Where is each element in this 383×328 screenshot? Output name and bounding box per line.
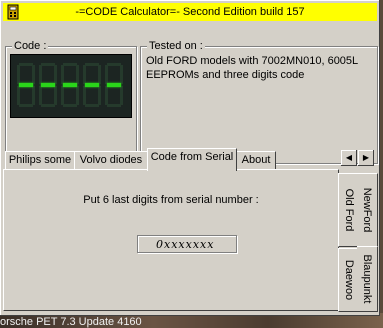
lcd-segment bbox=[39, 65, 42, 84]
lcd-segment bbox=[19, 104, 33, 107]
background-window-title: orsche PET 7.3 Update 4160 bbox=[0, 316, 142, 328]
serial-input[interactable]: 0xxxxxxx bbox=[137, 235, 237, 253]
tab-label: Volvo diodes bbox=[79, 154, 143, 166]
tab-scroll-right-button[interactable]: ▶ bbox=[358, 150, 374, 166]
code-group-label: Code : bbox=[12, 40, 49, 52]
tab-label: About bbox=[241, 154, 271, 166]
lcd-segment bbox=[107, 63, 121, 66]
tab-philips-some[interactable]: Philips some bbox=[5, 151, 75, 170]
code-from-serial-page: Put 6 last digits from serial number : 0… bbox=[3, 169, 339, 311]
lcd-segment bbox=[63, 104, 77, 107]
arrow-right-icon: ▶ bbox=[362, 153, 370, 162]
tab-about[interactable]: About bbox=[236, 151, 276, 170]
lcd-segment bbox=[76, 86, 79, 105]
lcd-segment bbox=[83, 65, 86, 84]
code-lcd-display bbox=[10, 54, 132, 118]
lcd-segment bbox=[120, 65, 123, 84]
lcd-segment bbox=[17, 86, 20, 105]
lcd-segment bbox=[54, 86, 57, 105]
lcd-segment bbox=[98, 86, 101, 105]
side-tab-blaupunkt[interactable]: Blaupunkt bbox=[357, 246, 378, 312]
lcd-segment bbox=[61, 65, 64, 84]
lcd-digit bbox=[83, 63, 101, 107]
lcd-segment bbox=[105, 86, 108, 105]
side-tab-label: Daewoo bbox=[343, 259, 355, 301]
lcd-segment bbox=[63, 83, 77, 87]
code-calculator-window: -=CODE Calculator=- Second Edition build… bbox=[0, 0, 380, 316]
lcd-segment bbox=[32, 65, 35, 84]
tested-on-line: EEPROMs and three digits code bbox=[146, 69, 305, 81]
tested-on-line: Old FORD models with 7002MN010, 6005L bbox=[146, 55, 359, 67]
lcd-segment bbox=[39, 86, 42, 105]
lcd-segment bbox=[98, 65, 101, 84]
lcd-segment bbox=[63, 63, 77, 66]
lcd-segment bbox=[85, 104, 99, 107]
lcd-segment bbox=[19, 63, 33, 66]
tab-scroll-left-button[interactable]: ◀ bbox=[341, 150, 357, 166]
lcd-segment bbox=[107, 83, 121, 87]
lcd-digit bbox=[39, 63, 57, 107]
lcd-segment bbox=[19, 83, 33, 87]
tab-label: Code from Serial bbox=[150, 151, 234, 163]
lcd-segment bbox=[17, 65, 20, 84]
arrow-left-icon: ◀ bbox=[345, 153, 353, 162]
lcd-digit bbox=[105, 63, 123, 107]
lcd-segment bbox=[85, 83, 99, 87]
lcd-segment bbox=[76, 65, 79, 84]
side-tab-label: NewFord bbox=[361, 187, 373, 233]
lcd-digit bbox=[17, 63, 35, 107]
lcd-digit bbox=[61, 63, 79, 107]
tested-on-label: Tested on : bbox=[147, 40, 205, 52]
lcd-segment bbox=[41, 104, 55, 107]
lcd-segment bbox=[32, 86, 35, 105]
lcd-segment bbox=[41, 63, 55, 66]
tab-label: Philips some bbox=[8, 154, 72, 166]
lcd-segment bbox=[105, 65, 108, 84]
lcd-segment bbox=[107, 104, 121, 107]
lcd-segment bbox=[83, 86, 86, 105]
side-tab-label: Old Ford bbox=[343, 188, 355, 232]
lcd-segment bbox=[85, 63, 99, 66]
tab-code-from-serial[interactable]: Code from Serial bbox=[147, 148, 237, 171]
side-tab-label: Blaupunkt bbox=[361, 254, 373, 304]
tested-on-text: Old FORD models with 7002MN010, 6005L EE… bbox=[146, 54, 372, 82]
side-tab-newford[interactable]: NewFord bbox=[357, 173, 378, 247]
lcd-segment bbox=[120, 86, 123, 105]
lcd-segment bbox=[41, 83, 55, 87]
lcd-segment bbox=[61, 86, 64, 105]
window-title: -=CODE Calculator=- Second Edition build… bbox=[75, 6, 305, 18]
title-bar[interactable]: -=CODE Calculator=- Second Edition build… bbox=[3, 3, 377, 21]
tab-volvo-diodes[interactable]: Volvo diodes bbox=[74, 151, 148, 170]
lcd-segment bbox=[54, 65, 57, 84]
serial-prompt: Put 6 last digits from serial number : bbox=[83, 194, 259, 206]
